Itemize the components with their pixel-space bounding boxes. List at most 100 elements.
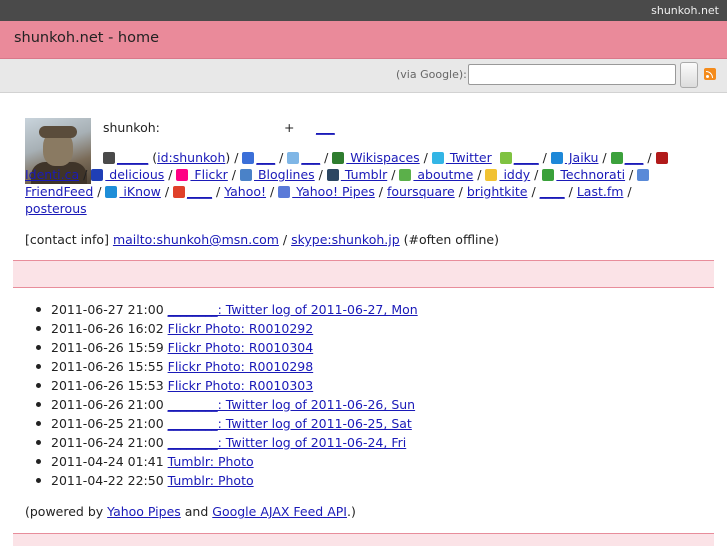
service-link-label: Twitter (445, 150, 492, 165)
google-link[interactable]: ___ (242, 150, 275, 165)
feed-item: 2011-06-25 21:00 ________: Twitter log o… (36, 414, 418, 433)
powered-by: (powered by Yahoo Pipes and Google AJAX … (25, 504, 356, 519)
jaiku-icon (550, 152, 563, 164)
service-link-label: Yahoo! (224, 184, 267, 199)
link-separator: / (419, 150, 432, 165)
iddy-link[interactable]: iddy (485, 167, 530, 182)
feed-link[interactable]: Flickr Photo: R0010304 (168, 340, 314, 355)
top-bar: shunkoh.net (0, 0, 727, 21)
service-link-label: ____ (187, 184, 213, 199)
service-link-label: Bloglines (254, 167, 315, 182)
title-bar: shunkoh.net - home (0, 21, 727, 59)
service-link[interactable]: id:shunkoh (157, 150, 225, 165)
jaiku-link[interactable]: Jaiku (550, 150, 599, 165)
link-separator: / (387, 167, 400, 182)
feed-link[interactable]: ________: Twitter log of 2011-06-26, Sun (168, 397, 415, 412)
delicious-icon (91, 169, 104, 181)
iddy-icon (485, 169, 498, 181)
service-link-label: ___ (624, 150, 644, 165)
link-separator: / (625, 167, 638, 182)
contact-info: [contact info] mailto:shunkoh@msn.com / … (25, 232, 499, 247)
grid-link[interactable] (637, 167, 651, 182)
feed-item: 2011-06-27 21:00 ________: Twitter log o… (36, 300, 418, 319)
wikispaces-icon (332, 152, 345, 164)
wikispaces-link[interactable]: Wikispaces (332, 150, 420, 165)
footer-divider (13, 533, 714, 546)
service-link-label: Jaiku (564, 150, 599, 165)
feed-link[interactable]: Tumblr: Photo (168, 473, 254, 488)
aboutme-link[interactable]: aboutme (399, 167, 473, 182)
flickr-link[interactable]: Flickr (176, 167, 228, 182)
tumblr-link[interactable]: Tumblr (326, 167, 387, 182)
flickr-icon (176, 169, 189, 181)
link-separator: / (275, 150, 288, 165)
link-separator: / (598, 150, 611, 165)
feed-list: 2011-06-27 21:00 ________: Twitter log o… (0, 300, 418, 490)
service-link[interactable]: FriendFeed (25, 184, 93, 199)
search-via-label: (via Google): (396, 68, 467, 81)
friendfeed-f-link[interactable]: ____ (499, 150, 539, 165)
feed-link[interactable]: Flickr Photo: R0010298 (168, 359, 314, 374)
service-link[interactable]: posterous (25, 201, 87, 216)
service-link-label: iKnow (119, 184, 161, 199)
m-link[interactable]: ____ (173, 184, 212, 199)
powered-suffix: .) (347, 504, 356, 519)
service-link-label: delicious (105, 167, 165, 182)
search-input[interactable] (468, 64, 676, 85)
page-title: shunkoh.net - home (14, 30, 160, 46)
link-separator (492, 150, 500, 165)
service-link[interactable]: foursquare (387, 184, 455, 199)
q-link[interactable] (655, 150, 670, 165)
service-link[interactable]: Last.fm (577, 184, 624, 199)
service-link[interactable]: Identi.ca (25, 167, 79, 182)
bird-link[interactable]: ___ (287, 150, 320, 165)
link-separator: / (374, 184, 387, 199)
q-icon (655, 152, 668, 164)
feed-link[interactable]: ________: Twitter log of 2011-06-27, Mon (168, 302, 418, 317)
service-link-label: id:shunkoh (157, 150, 226, 165)
feed-item: 2011-06-24 21:00 ________: Twitter log o… (36, 433, 418, 452)
link-separator: / (473, 167, 486, 182)
google-ajax-feed-link[interactable]: Google AJAX Feed API (212, 504, 347, 519)
service-link-label: iddy (499, 167, 531, 182)
service-link-label: Yahoo! Pipes (292, 184, 375, 199)
technorati-link[interactable]: Technorati (542, 167, 625, 182)
tumblr-icon (326, 169, 339, 181)
twitter-link[interactable]: Twitter (431, 150, 492, 165)
m-icon (173, 186, 186, 198)
feed-item: 2011-06-26 21:00 ________: Twitter log o… (36, 395, 418, 414)
profile-link[interactable]: ___ (316, 120, 335, 135)
service-link-label: posterous (25, 201, 87, 216)
link-separator: / (643, 150, 656, 165)
service-link[interactable]: Yahoo! (224, 184, 266, 199)
hatena-diary-link[interactable]: _____ (103, 150, 148, 165)
rss-feed-icon[interactable] (704, 68, 716, 80)
feed-link[interactable]: ________: Twitter log of 2011-06-25, Sat (168, 416, 412, 431)
link-separator: / (623, 184, 632, 199)
feed-link[interactable]: Tumblr: Photo (168, 454, 254, 469)
search-button[interactable] (680, 62, 698, 88)
email-link[interactable]: mailto:shunkoh@msn.com (113, 232, 279, 247)
link-separator: / (454, 184, 467, 199)
grid-icon (637, 169, 650, 181)
feed-item: 2011-04-24 01:41 Tumblr: Photo (36, 452, 418, 471)
feed-link[interactable]: ________: Twitter log of 2011-06-24, Fri (168, 435, 407, 450)
feed-date: 2011-04-22 22:50 (51, 473, 164, 488)
feed-link[interactable]: Flickr Photo: R0010292 (168, 321, 314, 336)
search-bar: (via Google): (0, 59, 727, 93)
yahoo-pipes-link[interactable]: Yahoo! Pipes (278, 184, 375, 199)
yahoo-pipes-link[interactable]: Yahoo Pipes (107, 504, 181, 519)
link-separator: / (564, 184, 577, 199)
wassr-link[interactable]: ___ (610, 150, 644, 165)
link-separator: / (212, 184, 225, 199)
skype-link[interactable]: skype:shunkoh.jp (291, 232, 400, 247)
delicious-link[interactable]: delicious (91, 167, 164, 182)
feed-link[interactable]: Flickr Photo: R0010303 (168, 378, 314, 393)
service-link[interactable]: brightkite (467, 184, 528, 199)
feed-item: 2011-06-26 15:59 Flickr Photo: R0010304 (36, 338, 418, 357)
iknow-link[interactable]: iKnow (105, 184, 161, 199)
service-link-label: FriendFeed (25, 184, 94, 199)
bloglines-link[interactable]: Bloglines (240, 167, 315, 182)
service-link[interactable]: ____ (540, 184, 565, 199)
wassr-icon (610, 152, 623, 164)
